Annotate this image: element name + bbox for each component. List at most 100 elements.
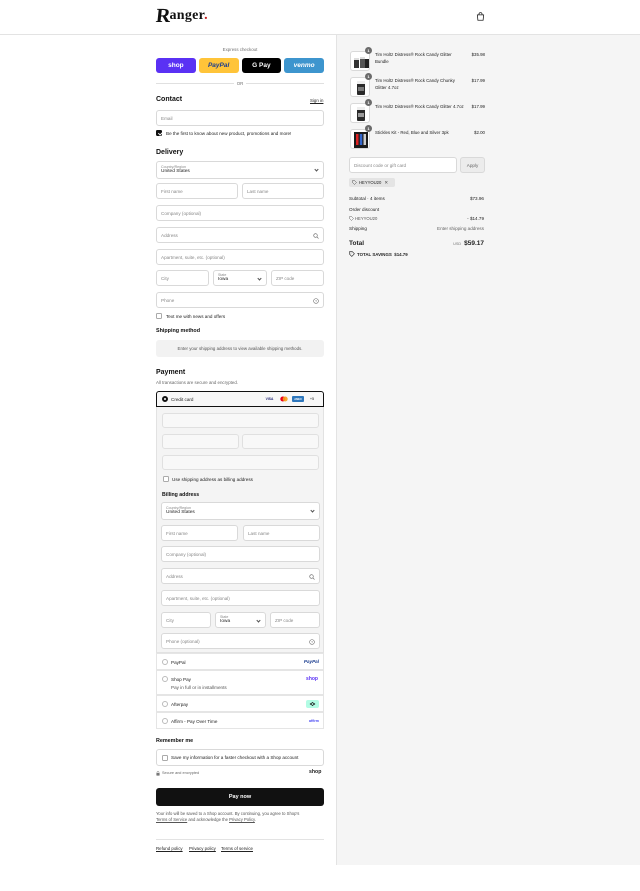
- billing-address-field[interactable]: Address: [161, 568, 320, 584]
- google-pay-express-button[interactable]: G Pay: [241, 58, 282, 73]
- ranger-logo[interactable]: Ranger.: [154, 4, 208, 27]
- card-number-field[interactable]: [162, 413, 319, 428]
- email-field[interactable]: Email: [156, 110, 324, 126]
- product-price: $35.98: [471, 52, 485, 57]
- affirm-option[interactable]: Affirm - Pay Over Time affirm: [156, 712, 324, 729]
- credit-card-radio[interactable]: [162, 396, 168, 402]
- refund-policy-link[interactable]: Refund policy: [156, 846, 183, 851]
- paypal-express-button[interactable]: PayPal: [198, 58, 239, 73]
- last-name-placeholder: Last name: [247, 188, 269, 194]
- shopping-bag-icon[interactable]: [476, 12, 485, 21]
- logo-letter: R: [154, 4, 172, 27]
- pay-now-label: Pay now: [228, 794, 252, 800]
- billing-first-name-field[interactable]: First name: [161, 525, 238, 541]
- apartment-placeholder: Apartment, suite, etc. (optional): [161, 254, 225, 260]
- apply-button[interactable]: Apply: [460, 157, 485, 173]
- afterpay-option[interactable]: Afterpay: [156, 695, 324, 712]
- subtotal-label: Subtotal · 4 items: [349, 196, 385, 201]
- billing-apartment-field[interactable]: Apartment, suite, etc. (optional): [161, 590, 320, 606]
- save-info-checkbox[interactable]: [162, 755, 168, 761]
- state-select[interactable]: State Iowa: [213, 270, 267, 286]
- legal-line: Your info will be saved to a Shop accoun…: [156, 811, 300, 816]
- shop-pay-option[interactable]: Shop Pay Pay in full or in installments …: [156, 670, 324, 695]
- address-placeholder: Address: [161, 232, 178, 238]
- credit-card-option[interactable]: Credit card VISA AMEX +5: [156, 391, 324, 407]
- afterpay-label: Afterpay: [171, 702, 189, 707]
- first-name-field[interactable]: First name: [156, 183, 238, 199]
- remove-discount-icon[interactable]: ✕: [384, 180, 388, 186]
- last-name-field[interactable]: Last name: [242, 183, 324, 199]
- product-price: $17.99: [471, 78, 485, 83]
- paypal-option-label: PayPal: [171, 660, 186, 665]
- paypal-radio[interactable]: [162, 659, 168, 665]
- venmo-express-button[interactable]: venmo: [284, 58, 324, 73]
- country-select[interactable]: Country/Region United States: [156, 161, 324, 179]
- more-cards-badge: +5: [307, 396, 317, 402]
- paypal-logo-icon: PayPal: [303, 659, 319, 664]
- phone-field[interactable]: Phone ?: [156, 292, 324, 308]
- shop-pay-radio[interactable]: [162, 676, 168, 682]
- billing-city-field[interactable]: City: [161, 612, 211, 628]
- newsletter-label: Be the first to know about new product, …: [166, 131, 292, 136]
- shipping-label: Shipping: [349, 226, 367, 231]
- apartment-field[interactable]: Apartment, suite, etc. (optional): [156, 249, 324, 265]
- subtotal-value: $73.96: [469, 196, 484, 201]
- quantity-badge: 1: [365, 125, 372, 132]
- cart-item: 1 Tim Holtz Distress® Rock Candy Glitter…: [350, 99, 485, 124]
- quantity-badge: 1: [365, 99, 372, 106]
- billing-company-field[interactable]: Company (optional): [161, 546, 320, 562]
- pay-now-button[interactable]: Pay now: [156, 788, 324, 806]
- afterpay-logo-icon: [306, 700, 319, 708]
- payment-heading: Payment: [156, 369, 186, 376]
- product-thumbnail: [350, 77, 370, 97]
- billing-company-placeholder: Company (optional): [166, 551, 207, 557]
- logo-text: anger: [169, 8, 206, 23]
- product-name: Tim Holtz Distress® Rock Candy Glitter B…: [375, 52, 452, 64]
- payment-subtitle: All transactions are secure and encrypte…: [156, 380, 239, 385]
- company-field[interactable]: Company (optional): [156, 205, 324, 221]
- privacy-policy-link[interactable]: Privacy policy: [189, 846, 216, 851]
- first-name-placeholder: First name: [161, 188, 183, 194]
- help-circle-icon[interactable]: ?: [313, 298, 319, 304]
- chevron-down-icon: [257, 276, 262, 281]
- save-info-option[interactable]: Save my information for a faster checkou…: [156, 749, 324, 766]
- visa-icon: VISA: [264, 396, 275, 402]
- discount-tag: HEYYOU20 ✕: [349, 178, 395, 187]
- billing-zip-field[interactable]: ZIP code: [270, 612, 320, 628]
- zip-field[interactable]: ZIP code: [271, 270, 324, 286]
- sign-in-link[interactable]: Sign in: [310, 98, 323, 103]
- savings-label: TOTAL SAVINGS: [357, 252, 392, 257]
- use-shipping-address-checkbox[interactable]: [163, 476, 169, 482]
- paypal-option[interactable]: PayPal PayPal: [156, 653, 324, 670]
- name-on-card-field[interactable]: [162, 455, 319, 470]
- terms-link[interactable]: Terms of Service: [156, 817, 187, 822]
- privacy-link[interactable]: Privacy Policy: [229, 817, 255, 822]
- text-me-checkbox[interactable]: [156, 313, 162, 319]
- billing-state-select[interactable]: State Iowa: [215, 612, 266, 628]
- billing-country-select[interactable]: Country/Region United States: [161, 502, 320, 520]
- security-code-field[interactable]: [242, 434, 319, 449]
- paypal-label: PayPal: [207, 62, 230, 69]
- legal-text: Your info will be saved to a Shop accoun…: [156, 811, 324, 824]
- city-field[interactable]: City: [156, 270, 209, 286]
- newsletter-checkbox[interactable]: [156, 130, 162, 136]
- terms-of-service-link[interactable]: Terms of service: [221, 846, 253, 851]
- billing-phone-field[interactable]: Phone (optional) ?: [161, 633, 320, 649]
- product-thumbnail: [350, 51, 370, 71]
- text-me-label: Text me with news and offers: [166, 314, 226, 319]
- help-circle-icon[interactable]: ?: [309, 639, 315, 645]
- search-icon: [309, 574, 315, 580]
- shop-pay-express-button[interactable]: shop: [156, 58, 196, 73]
- delivery-heading: Delivery: [156, 149, 184, 156]
- shop-label: shop: [168, 62, 184, 69]
- address-field[interactable]: Address: [156, 227, 324, 243]
- discount-code-field[interactable]: Discount code or gift card: [349, 157, 457, 173]
- billing-last-name-field[interactable]: Last name: [243, 525, 320, 541]
- phone-placeholder: Phone: [161, 297, 175, 303]
- expiration-field[interactable]: [162, 434, 239, 449]
- affirm-radio[interactable]: [162, 718, 168, 724]
- currency-label: USD: [453, 242, 462, 246]
- billing-state-value: Iowa: [220, 619, 231, 625]
- more-cards-label: +5: [309, 397, 315, 401]
- afterpay-radio[interactable]: [162, 701, 168, 707]
